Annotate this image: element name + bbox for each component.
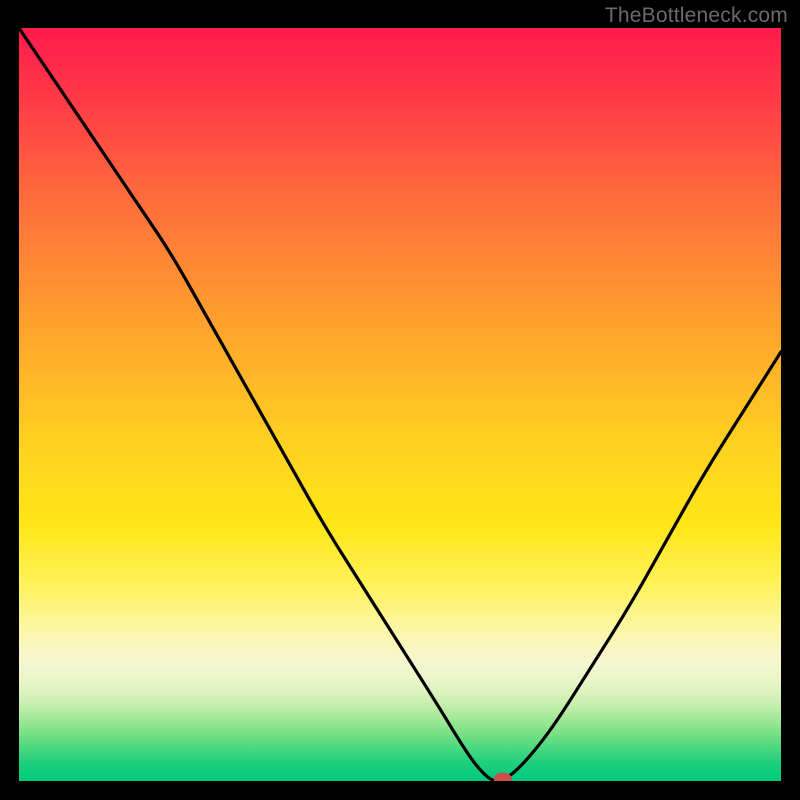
chart-frame: TheBottleneck.com xyxy=(0,0,800,800)
watermark-text: TheBottleneck.com xyxy=(605,4,788,28)
bottleneck-curve xyxy=(19,28,781,781)
curve-layer xyxy=(19,28,781,781)
current-config-marker xyxy=(494,773,512,782)
plot-area xyxy=(19,28,781,781)
